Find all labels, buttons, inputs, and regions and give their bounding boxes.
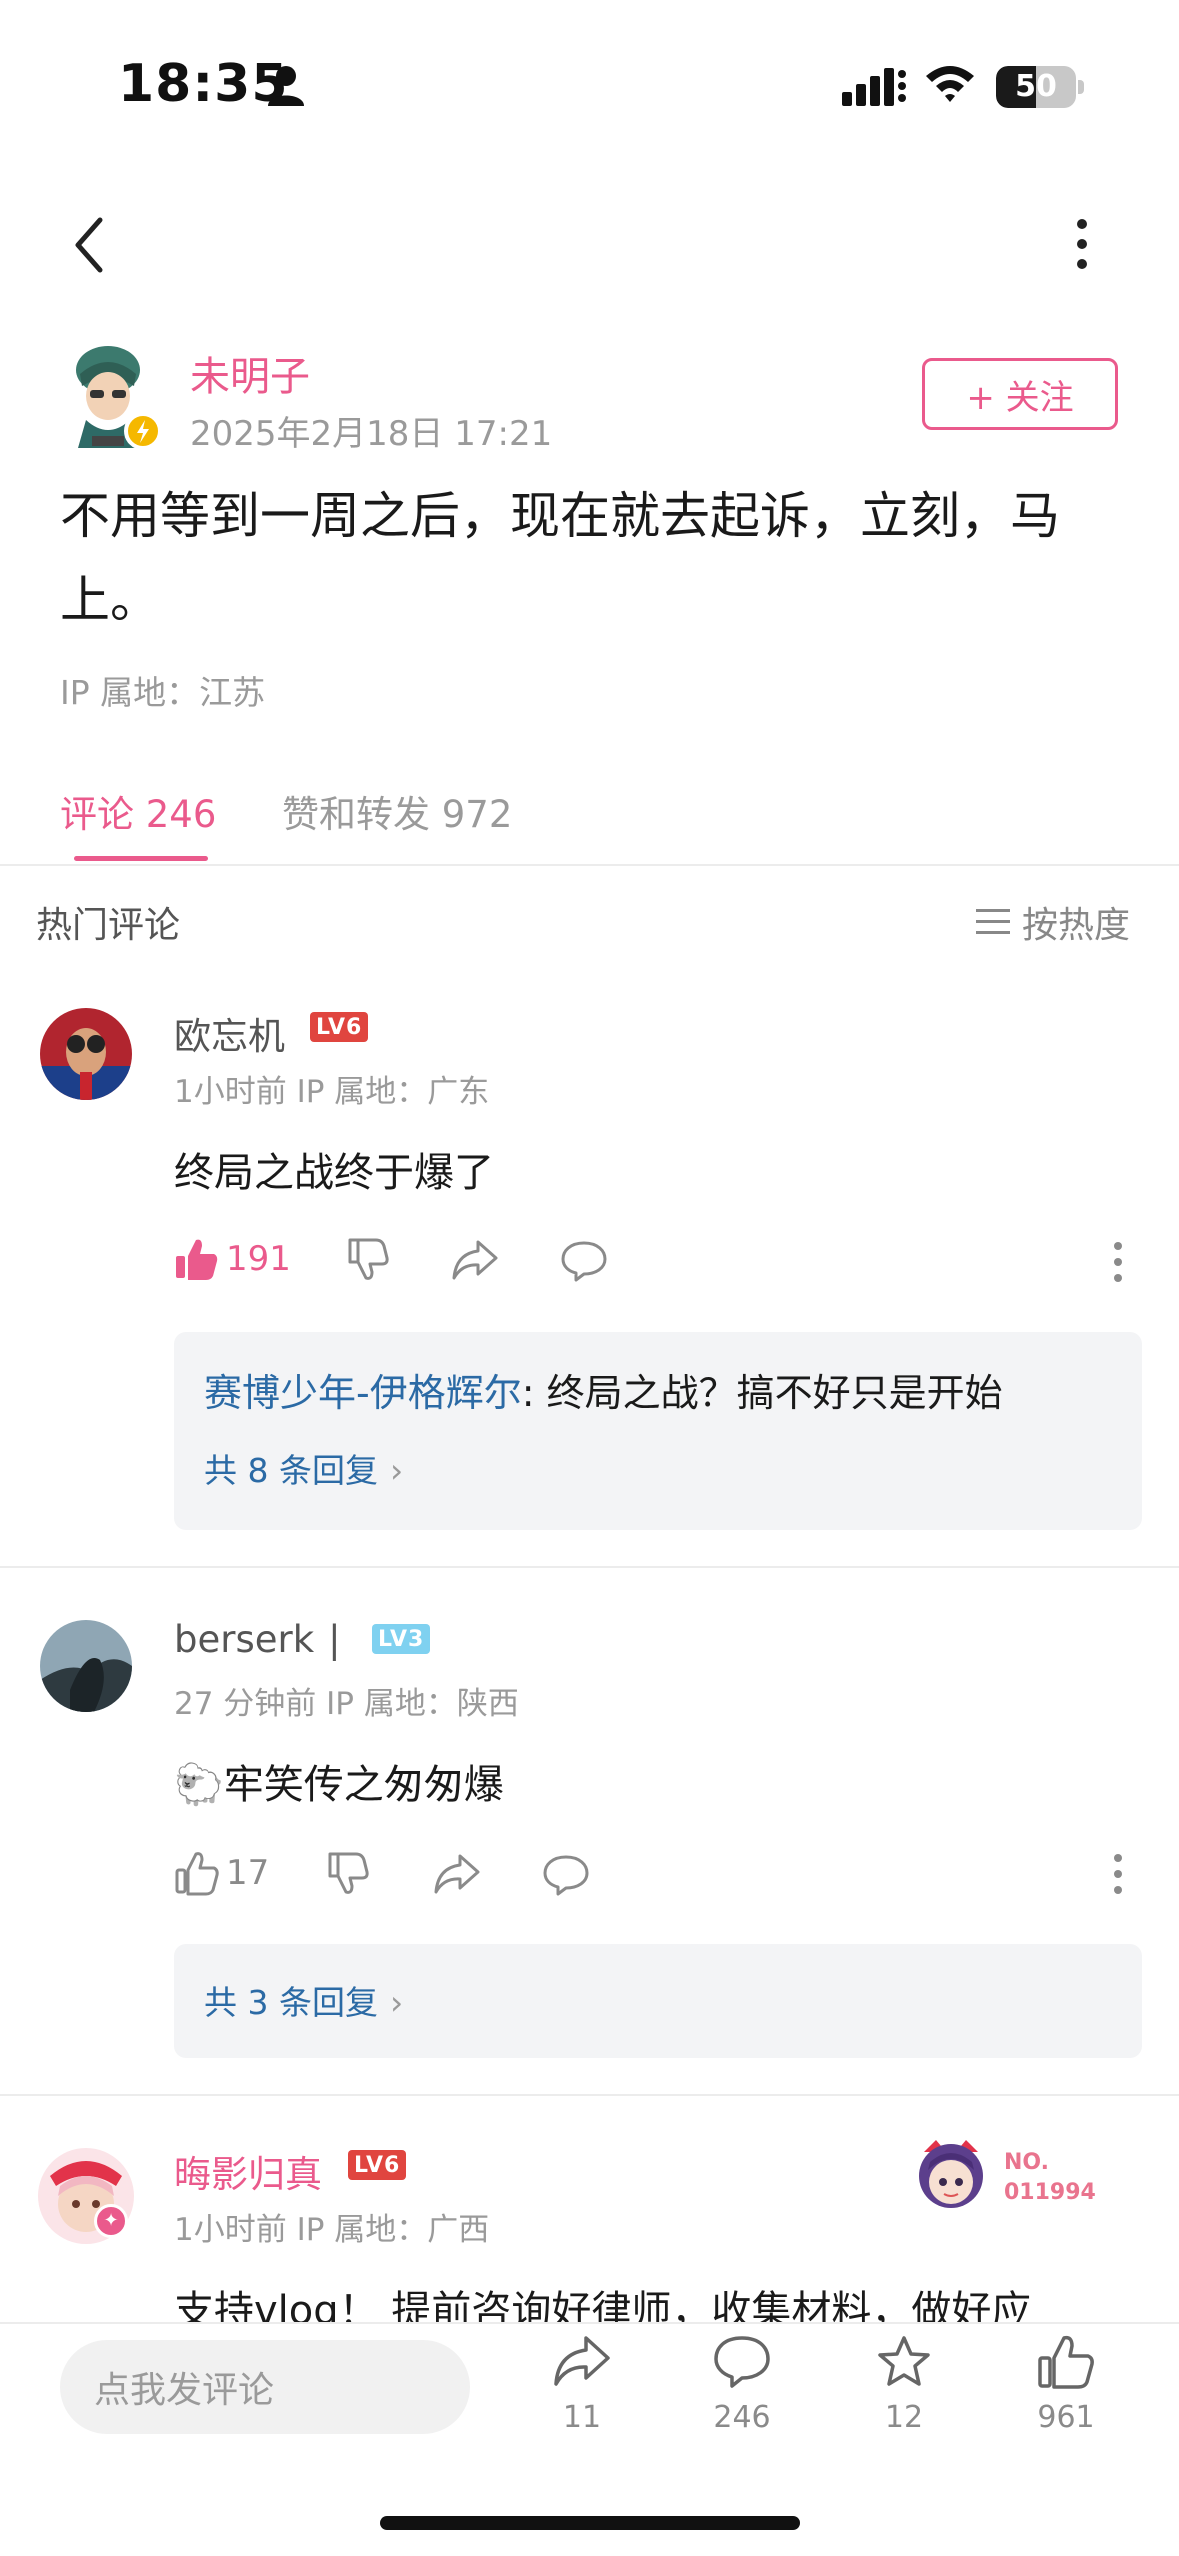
anime-girl-decoration [919,2140,983,2208]
star-icon [878,2336,930,2386]
reply-count: 共 3 条回复 [204,1983,378,2022]
reply-count: 共 8 条回复 [204,1451,378,1490]
hot-comments-title: 热门评论 [36,905,181,946]
view-replies-link[interactable]: 共 3 条回复 › [204,1976,403,2024]
level-badge: LV6 [348,2150,407,2180]
comment-action[interactable]: 246 [682,2334,802,2435]
like-count: 961 [1037,2400,1095,2435]
thumbs-down-icon[interactable] [344,1236,390,1282]
like-count: 191 [226,1239,291,1279]
battery-percent: 50 [1015,69,1057,104]
chevron-right-icon: › [389,1451,404,1490]
comment-bubble-icon [714,2336,770,2388]
reply-preview[interactable]: 共 3 条回复 › [174,1944,1142,2058]
follow-button[interactable]: + 关注 [922,358,1118,430]
comment-count: 246 [713,2400,771,2435]
sort-by-heat-button[interactable]: 按热度 [976,896,1130,948]
comment-bubble-icon[interactable] [542,1854,590,1896]
reply-preview[interactable]: 赛博少年-伊格辉尔: 终局之战？搞不好只是开始 共 8 条回复 › [174,1332,1142,1530]
thumbs-up-icon [1038,2335,1094,2389]
comment-avatar[interactable] [40,1008,132,1100]
comment-input[interactable]: 点我发评论 [60,2340,470,2434]
comment-meta: 27 分钟前 IP 属地：陕西 [174,1686,519,1722]
comment-bubble-icon[interactable] [560,1240,608,1282]
share-icon[interactable] [450,1238,500,1282]
more-vertical-icon[interactable] [1108,1852,1128,1896]
share-icon [554,2336,610,2386]
badge-circle-icon: ✦ [94,2204,128,2238]
like-count: 17 [226,1853,270,1893]
tab-comments[interactable]: 评论 246 [60,784,216,838]
comment-text-body: 牢笑传之匆匆爆 [223,1762,504,1808]
share-icon[interactable] [432,1852,482,1896]
like-action[interactable]: 961 [1006,2334,1126,2435]
comment-text: 终局之战终于爆了 [174,1150,494,1196]
like-button[interactable]: 17 [174,1850,269,1896]
tab-divider [0,864,1179,866]
favorite-count: 12 [884,2400,924,2435]
battery-tip [1078,80,1084,94]
view-replies-link[interactable]: 共 8 条回复 › [204,1444,403,1492]
comment-author[interactable]: berserk | [174,1618,341,1661]
comment-author[interactable]: 晦影归真 [174,2144,322,2198]
status-time: 18:35 [118,54,289,114]
chevron-right-icon: › [389,1983,404,2022]
wifi-icon [926,66,974,102]
comment-text: 🐑牢笑传之匆匆爆 [174,1752,504,1810]
thumbs-up-icon [175,1852,219,1896]
sheep-emoji: 🐑 [174,1762,224,1808]
back-arrow-icon[interactable] [64,210,120,280]
more-vertical-icon[interactable] [1060,210,1104,280]
home-indicator[interactable] [380,2516,800,2530]
reply-author[interactable]: 赛博少年-伊格辉尔 [204,1371,522,1415]
thumbs-down-icon[interactable] [324,1850,370,1896]
post-date: 2025年2月18日 17:21 [190,414,553,454]
person-icon [268,66,304,106]
verified-badge-icon [124,412,162,450]
reply-line: 赛博少年-伊格辉尔: 终局之战？搞不好只是开始 [204,1362,1003,1417]
sort-label: 按热度 [1022,905,1131,946]
comment-divider [0,1566,1179,1568]
author-name[interactable]: 未明子 [190,344,310,402]
post-ip-location: IP 属地：江苏 [60,673,266,712]
favorite-action[interactable]: 12 [844,2334,964,2435]
cellular-signal-icon [842,68,906,106]
comment-divider [0,2094,1179,2096]
thumbs-up-filled-icon [176,1239,218,1280]
comment-author[interactable]: 欧忘机 [174,1006,285,1060]
level-badge: LV6 [310,1012,369,1042]
comment-meta: 1小时前 IP 属地：广西 [174,2212,490,2248]
comment-meta: 1小时前 IP 属地：广东 [174,1074,490,1110]
like-button[interactable]: 191 [174,1236,291,1282]
comment-author-name: berserk [174,1618,315,1661]
share-count: 11 [562,2400,602,2435]
battery-indicator: 50 [996,66,1076,108]
more-vertical-icon[interactable] [1108,1240,1128,1284]
tab-likes-reposts[interactable]: 赞和转发 972 [282,784,512,838]
reply-text: : 终局之战？搞不好只是开始 [521,1371,1003,1415]
name-separator: | [328,1618,341,1661]
level-badge: LV3 [372,1624,431,1654]
fan-number-badge: NO. 011994 [1004,2150,1096,2205]
share-action[interactable]: 11 [522,2334,642,2435]
active-tab-indicator [74,856,208,861]
post-body: 不用等到一周之后，现在就去起诉，立刻，马上。 [60,487,1060,629]
sort-lines-icon [976,909,1010,934]
comment-avatar[interactable] [40,1620,132,1712]
